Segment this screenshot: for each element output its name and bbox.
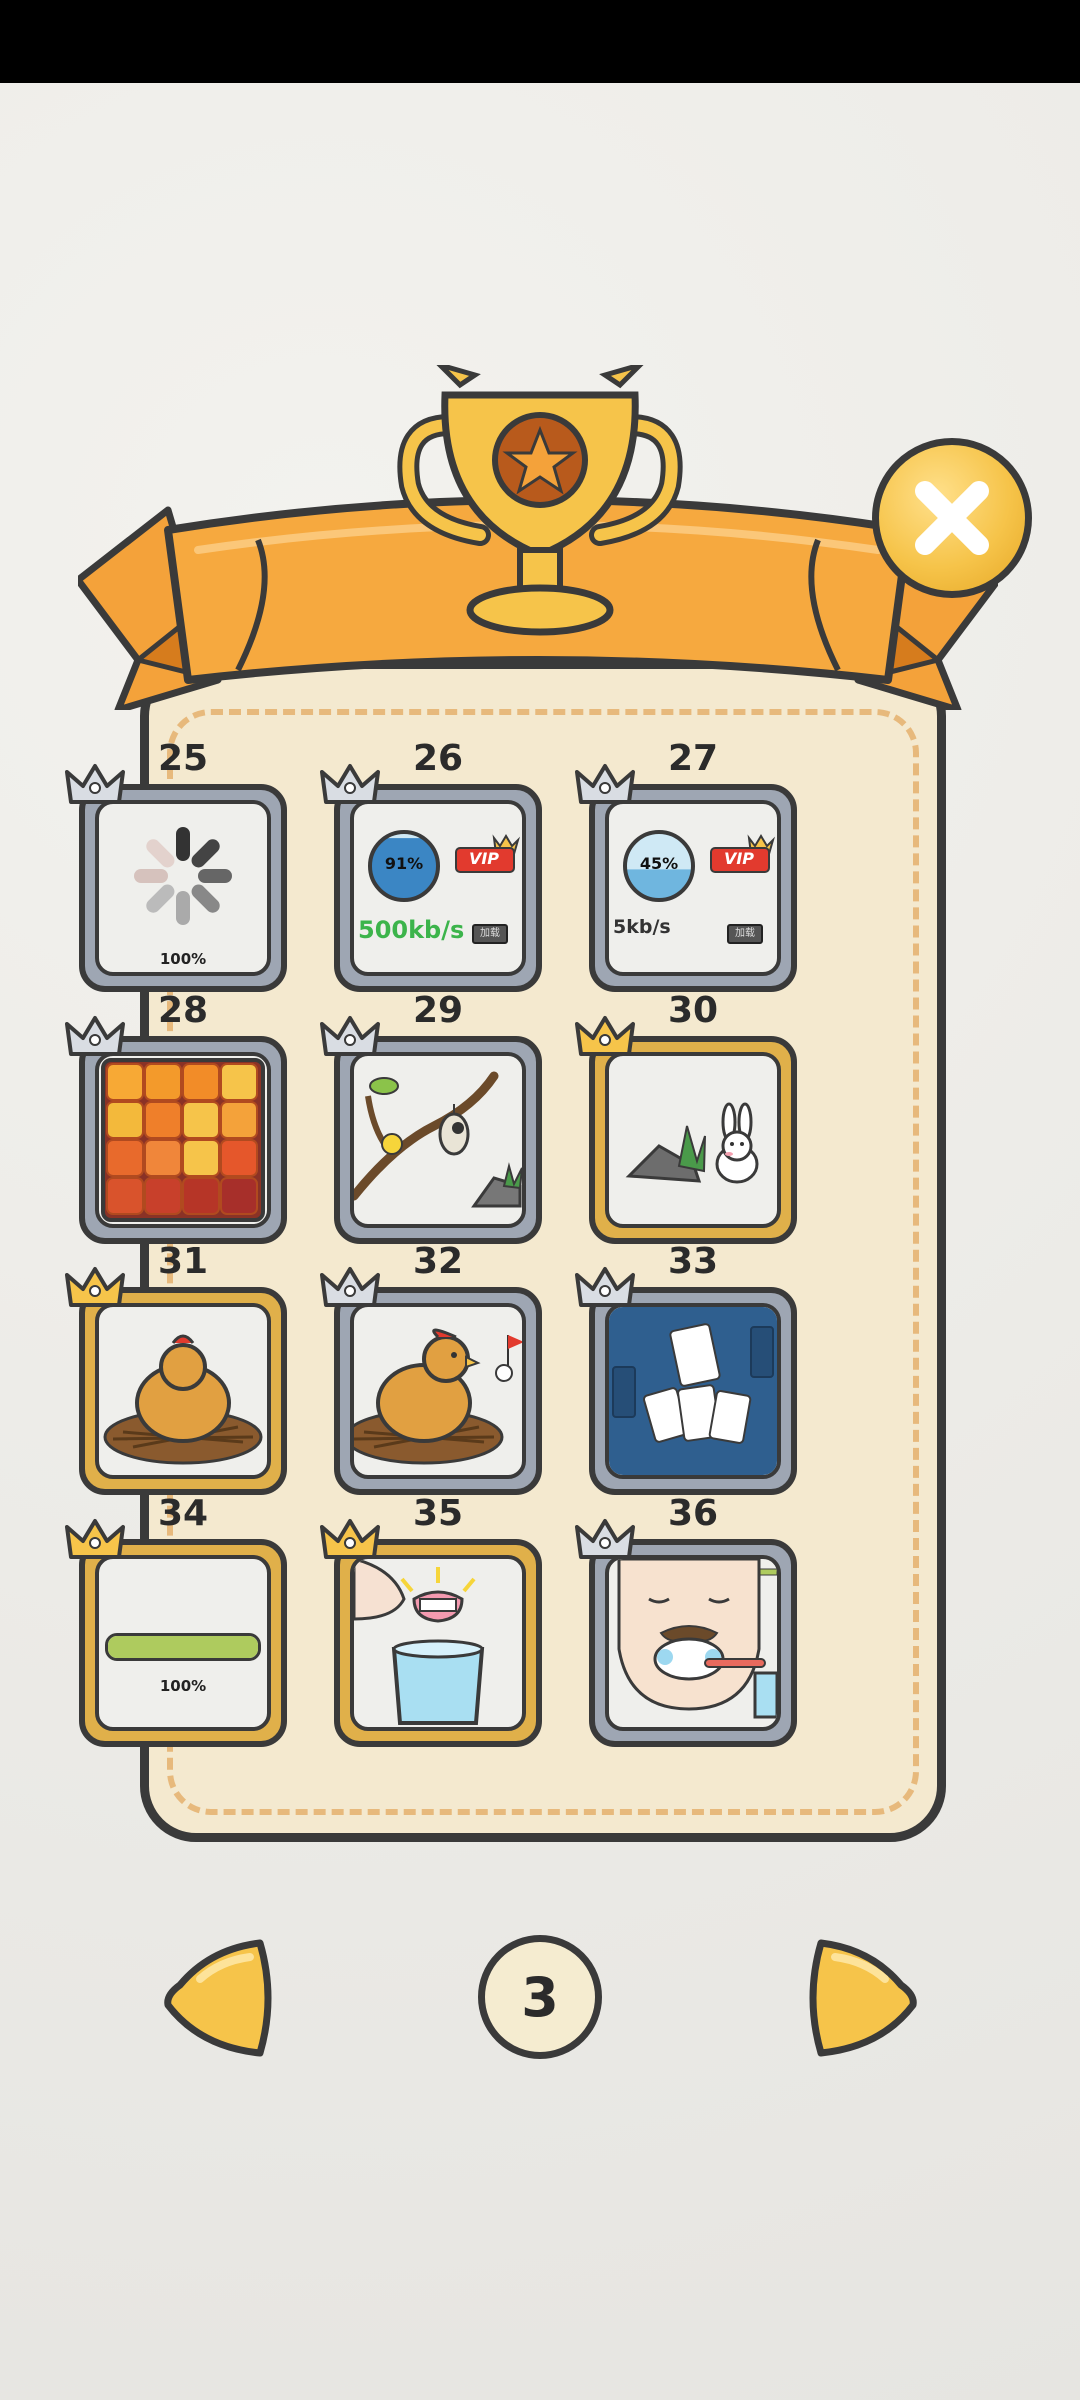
prev-arrow-icon bbox=[164, 1939, 272, 2057]
progress-caption: 100% bbox=[159, 1677, 207, 1695]
level-card[interactable] bbox=[589, 1287, 797, 1495]
status-bar bbox=[0, 0, 1080, 83]
level-card[interactable]: 45% VIP 5kb/s 加载 bbox=[589, 784, 797, 992]
trophy-icon bbox=[397, 365, 683, 636]
level-thumbnail bbox=[350, 1052, 526, 1228]
toothbrush-face-icon bbox=[617, 1559, 777, 1719]
close-icon bbox=[915, 481, 989, 555]
vip-label: VIP bbox=[723, 849, 755, 868]
prev-page-button[interactable] bbox=[160, 1935, 276, 2061]
level-thumbnail: 91% VIP 500kb/s 加载 bbox=[350, 800, 526, 976]
hen-nest-icon bbox=[354, 1328, 522, 1465]
crown-icon bbox=[65, 1519, 125, 1559]
page-indicator: 3 bbox=[478, 1935, 602, 2059]
next-arrow-icon bbox=[809, 1939, 917, 2057]
rabbit-rock-icon bbox=[625, 1102, 759, 1184]
crown-icon bbox=[320, 1016, 380, 1056]
download-speed: 500kb/s bbox=[358, 916, 465, 944]
crown-icon bbox=[320, 1519, 380, 1559]
level-thumbnail bbox=[605, 1303, 781, 1479]
close-button[interactable] bbox=[872, 438, 1032, 598]
crown-icon bbox=[575, 764, 635, 804]
crown-icon bbox=[575, 1519, 635, 1559]
crown-icon bbox=[65, 1016, 125, 1056]
level-thumbnail: 45% VIP 5kb/s 加载 bbox=[605, 800, 781, 976]
page-number: 3 bbox=[521, 1965, 559, 2029]
dentures-glass-icon bbox=[354, 1559, 485, 1725]
level-card[interactable] bbox=[589, 1036, 797, 1244]
puzzle-icon bbox=[101, 1058, 265, 1222]
vip-label: VIP bbox=[468, 849, 500, 868]
level-thumbnail bbox=[350, 1555, 526, 1731]
download-percent: 45% bbox=[639, 854, 679, 873]
progress-bar bbox=[105, 1633, 261, 1661]
level-thumbnail bbox=[605, 1052, 781, 1228]
level-card[interactable] bbox=[334, 1036, 542, 1244]
download-percent: 91% bbox=[384, 854, 424, 873]
level-card[interactable]: 100% bbox=[79, 1539, 287, 1747]
level-card[interactable] bbox=[79, 1036, 287, 1244]
level-thumbnail: 100% bbox=[95, 1555, 271, 1731]
level-card[interactable]: 100% bbox=[79, 784, 287, 992]
cocoon-branch-icon bbox=[354, 1071, 522, 1208]
card-table-icon bbox=[609, 1307, 777, 1475]
load-button: 加载 bbox=[472, 924, 508, 944]
loading-spinner-icon bbox=[134, 827, 232, 925]
progress-bar-fill bbox=[108, 1636, 258, 1658]
level-card[interactable] bbox=[589, 1539, 797, 1747]
crown-icon bbox=[575, 1267, 635, 1307]
level-card[interactable] bbox=[79, 1287, 287, 1495]
level-thumbnail: 100% bbox=[95, 800, 271, 976]
download-speed: 5kb/s bbox=[613, 916, 671, 938]
crown-icon bbox=[575, 1016, 635, 1056]
level-thumbnail bbox=[95, 1303, 271, 1479]
level-card[interactable] bbox=[334, 1539, 542, 1747]
crown-icon bbox=[65, 1267, 125, 1307]
progress-caption: 100% bbox=[159, 950, 207, 968]
hen-nest-icon bbox=[103, 1334, 263, 1465]
level-card[interactable]: 91% VIP 500kb/s 加载 bbox=[334, 784, 542, 992]
load-button: 加载 bbox=[727, 924, 763, 944]
crown-icon bbox=[65, 764, 125, 804]
level-thumbnail bbox=[95, 1052, 271, 1228]
next-page-button[interactable] bbox=[805, 1935, 921, 2061]
crown-icon bbox=[320, 764, 380, 804]
level-thumbnail bbox=[350, 1303, 526, 1479]
crown-icon bbox=[320, 1267, 380, 1307]
level-thumbnail bbox=[605, 1555, 781, 1731]
level-card[interactable] bbox=[334, 1287, 542, 1495]
